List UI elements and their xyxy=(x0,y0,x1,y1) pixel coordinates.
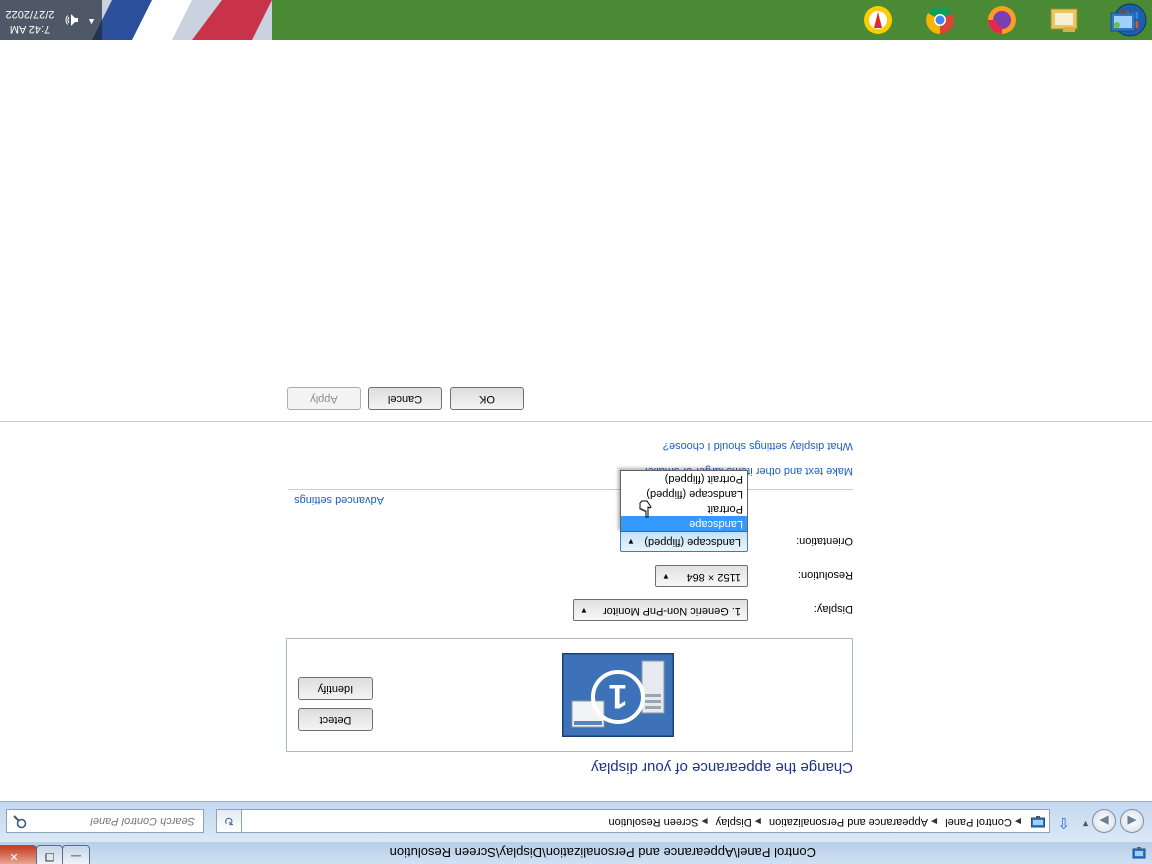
clock-date: 2/27/2022 xyxy=(5,8,55,20)
search-box[interactable] xyxy=(6,809,204,833)
search-input[interactable] xyxy=(33,813,197,829)
minimize-button[interactable]: — xyxy=(62,845,90,864)
apply-button[interactable]: Apply xyxy=(287,387,361,410)
refresh-button[interactable]: ↻ xyxy=(216,809,242,833)
control-panel-icon xyxy=(1110,10,1136,32)
taskbar: ▲ 7:42 AM 2/27/2022 xyxy=(0,0,1152,40)
show-hidden-icons-icon[interactable]: ▲ xyxy=(87,17,96,27)
hand-cursor-icon xyxy=(639,500,652,518)
chevron-down-icon: ▼ xyxy=(627,537,635,546)
maximize-button[interactable]: ❐ xyxy=(36,845,63,864)
breadcrumb-control-panel[interactable]: Control Panel xyxy=(945,816,1012,828)
orientation-option-portrait-flipped[interactable]: Portrait (flipped) xyxy=(621,471,747,486)
volume-icon[interactable] xyxy=(64,12,80,28)
firefox-icon[interactable] xyxy=(984,2,1020,38)
back-button[interactable]: ◀ xyxy=(1120,809,1144,833)
chevron-right-icon[interactable]: ▶ xyxy=(701,817,707,826)
window-title: Control Panel\Appearance and Personaliza… xyxy=(389,845,816,860)
orientation-option-landscape[interactable]: Landscape xyxy=(621,516,747,531)
chevron-down-icon: ▼ xyxy=(580,606,588,615)
yandex-icon[interactable] xyxy=(860,2,896,38)
chevron-down-icon: ▼ xyxy=(662,572,670,581)
taskbar-background xyxy=(0,0,1152,40)
cancel-button[interactable]: Cancel xyxy=(368,387,442,410)
clock-time: 7:42 AM xyxy=(9,23,51,35)
system-tray: ▲ 7:42 AM 2/27/2022 xyxy=(0,0,102,40)
control-panel-icon xyxy=(1132,847,1146,859)
navigation-bar: ◀ ▶ ▼ ⇧ ▶Control Panel ▶Appearance and P… xyxy=(0,801,1152,842)
monitor-thumbnail[interactable]: 1 xyxy=(562,653,674,737)
title-bar: Control Panel\Appearance and Personaliza… xyxy=(0,842,1152,864)
orientation-option-landscape-flipped[interactable]: Landscape (flipped) xyxy=(621,486,747,501)
orientation-label: Orientation: xyxy=(796,535,853,547)
breadcrumb: ▶Control Panel ▶Appearance and Personali… xyxy=(606,816,1023,828)
display-select-value: 1. Generic Non-PnP Monitor xyxy=(603,605,741,617)
monitor-number-label: 1 xyxy=(609,677,628,715)
identify-button[interactable]: Identify xyxy=(298,677,373,700)
display-select[interactable]: 1. Generic Non-PnP Monitor ▼ xyxy=(573,599,748,621)
page-title: Change the appearance of your display xyxy=(591,759,853,776)
breadcrumb-screen-resolution[interactable]: Screen Resolution xyxy=(609,816,699,828)
ok-button[interactable]: OK xyxy=(450,387,524,410)
forward-button[interactable]: ▶ xyxy=(1092,809,1116,833)
breadcrumb-display[interactable]: Display xyxy=(716,816,752,828)
search-icon[interactable] xyxy=(13,815,27,829)
chevron-right-icon[interactable]: ▶ xyxy=(1015,817,1021,826)
orientation-select[interactable]: Landscape (flipped) ▼ xyxy=(620,530,748,552)
clock[interactable]: 7:42 AM 2/27/2022 xyxy=(2,6,58,36)
display-help-link[interactable]: What display settings should I choose? xyxy=(663,440,853,452)
detect-button[interactable]: Detect xyxy=(298,708,373,731)
display-label: Display: xyxy=(813,603,853,615)
recent-pages-icon[interactable]: ▼ xyxy=(1081,819,1090,829)
control-panel-icon xyxy=(1031,816,1045,828)
screen: Control Panel\Appearance and Personaliza… xyxy=(0,0,1152,864)
address-bar[interactable]: ▶Control Panel ▶Appearance and Personali… xyxy=(218,809,1050,833)
divider xyxy=(0,421,1152,422)
up-arrow-icon[interactable]: ⇧ xyxy=(1057,814,1070,832)
explorer-icon[interactable] xyxy=(1046,2,1082,38)
resolution-label: Resolution: xyxy=(797,569,853,581)
chevron-right-icon[interactable]: ▶ xyxy=(755,817,761,826)
advanced-settings-link[interactable]: Advanced settings xyxy=(294,494,384,506)
resolution-select-value: 1152 × 864 xyxy=(686,571,741,583)
divider xyxy=(288,489,853,490)
breadcrumb-appearance[interactable]: Appearance and Personalization xyxy=(769,816,928,828)
close-button[interactable]: ✕ xyxy=(0,845,37,864)
resolution-select[interactable]: 1152 × 864 ▼ xyxy=(655,565,748,587)
chevron-right-icon[interactable]: ▶ xyxy=(931,817,937,826)
chrome-icon[interactable] xyxy=(922,2,958,38)
orientation-select-value: Landscape (flipped) xyxy=(644,536,741,548)
